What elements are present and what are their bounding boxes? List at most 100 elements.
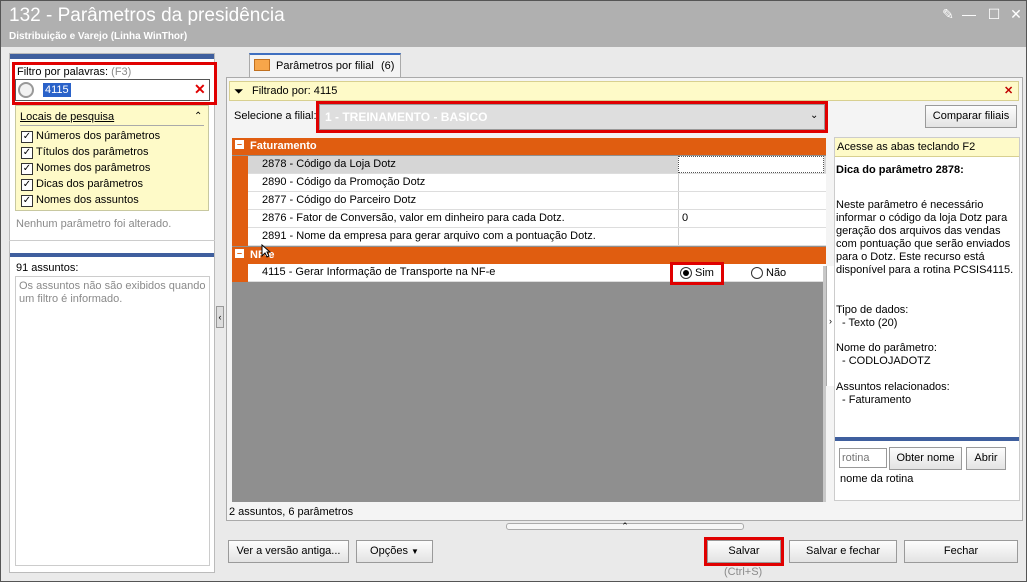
- tab-count: (6): [381, 60, 395, 72]
- yes-highlight: [670, 262, 724, 285]
- no-change-text: Nenhum parâmetro foi alterado.: [16, 218, 172, 230]
- location-checkbox[interactable]: ✓: [21, 147, 33, 159]
- table-row[interactable]: 2878 - Código da Loja Dotz: [232, 156, 826, 174]
- save-close-button[interactable]: Salvar e fechar: [789, 540, 897, 563]
- param-name: 2878 - Código da Loja Dotz: [262, 158, 396, 170]
- location-label: Nomes dos assuntos: [36, 194, 139, 206]
- options-label: Opções: [370, 545, 408, 557]
- rotina-header-strip: [835, 437, 1019, 441]
- table-row[interactable]: 2876 - Fator de Conversão, valor em dinh…: [232, 210, 826, 228]
- row-gutter: [232, 174, 248, 192]
- row-gutter: [232, 228, 248, 246]
- filter-label: Filtro por palavras: (F3): [17, 66, 131, 78]
- options-button[interactable]: Opções ▼: [356, 540, 433, 563]
- folder-icon: [254, 59, 270, 71]
- title-bar: 132 - Parâmetros da presidência Distribu…: [1, 1, 1026, 47]
- param-value[interactable]: [678, 228, 824, 245]
- edit-icon[interactable]: ✎: [937, 5, 959, 23]
- divider: [20, 125, 204, 126]
- param-name: 2877 - Código do Parceiro Dotz: [262, 194, 417, 206]
- subjects-list[interactable]: Os assuntos não são exibidos quando um f…: [15, 276, 210, 566]
- param-name-label: Nome do parâmetro:: [836, 342, 937, 354]
- category-row[interactable]: – NF-e: [232, 247, 826, 264]
- dropdown-arrow-icon: ▼: [411, 547, 419, 556]
- location-checkbox[interactable]: ✓: [21, 131, 33, 143]
- filter-shortcut: (F3): [111, 66, 132, 78]
- window-title: 132 - Parâmetros da presidência: [9, 5, 285, 26]
- rotina-input[interactable]: [839, 448, 887, 468]
- panel-header-strip: [10, 54, 214, 59]
- location-label: Nomes dos parâmetros: [36, 162, 151, 174]
- location-label: Dicas dos parâmetros: [36, 178, 143, 190]
- search-icon: [18, 82, 34, 98]
- old-version-button[interactable]: Ver a versão antiga...: [228, 540, 349, 563]
- param-value[interactable]: [678, 156, 824, 173]
- row-gutter: [232, 156, 248, 174]
- old-version-label: Ver a versão antiga...: [236, 545, 341, 557]
- subjects-note: Os assuntos não são exibidos quando um f…: [19, 280, 206, 305]
- status-text: 2 assuntos, 6 parâmetros: [229, 506, 354, 518]
- collapse-left-icon[interactable]: ‹: [216, 306, 224, 328]
- minimize-icon[interactable]: —: [958, 5, 980, 23]
- close-icon[interactable]: ✕: [1005, 5, 1027, 23]
- param-value[interactable]: 0: [678, 210, 824, 227]
- filter-label-text: Filtro por palavras:: [17, 66, 109, 78]
- radio-no[interactable]: [751, 267, 763, 279]
- location-checkbox[interactable]: ✓: [21, 195, 33, 207]
- hint-bar: Acesse as abas teclando F2: [835, 138, 1019, 157]
- row-gutter: [232, 264, 248, 282]
- param-value[interactable]: [678, 192, 824, 209]
- branch-label: Selecione a filial:: [234, 110, 317, 122]
- rotina-name: nome da rotina: [840, 473, 914, 485]
- filter-bar: ⏷ Filtrado por: 4115 ✕: [229, 81, 1019, 101]
- tab-params-by-branch[interactable]: Parâmetros por filial (6): [249, 53, 401, 77]
- bottom-splitter[interactable]: ⌃: [506, 522, 744, 531]
- maximize-icon[interactable]: ☐: [983, 5, 1005, 23]
- category-name: Faturamento: [250, 140, 317, 152]
- collapse-category-icon[interactable]: –: [235, 140, 244, 149]
- remove-filter-icon[interactable]: ✕: [1004, 84, 1013, 97]
- tip-body: Neste parâmetro é necessário informar o …: [836, 199, 1014, 276]
- param-name: 2876 - Fator de Conversão, valor em dinh…: [262, 212, 565, 224]
- collapse-category-icon[interactable]: –: [235, 249, 244, 258]
- filter-text: Filtrado por: 4115: [252, 85, 338, 97]
- category-row[interactable]: – Faturamento: [232, 138, 826, 155]
- search-value: 4115: [43, 83, 71, 97]
- related-subjects-value: - Faturamento: [842, 394, 912, 406]
- table-row[interactable]: 2877 - Código do Parceiro Dotz: [232, 192, 826, 210]
- location-label: Títulos dos parâmetros: [36, 146, 149, 158]
- table-row[interactable]: 2891 - Nome da empresa para gerar arquiv…: [232, 228, 826, 246]
- open-button[interactable]: Abrir: [966, 447, 1006, 470]
- collapse-icon[interactable]: ⌃: [194, 111, 202, 122]
- branch-highlight: [316, 101, 828, 133]
- related-subjects-label: Assuntos relacionados:: [836, 381, 950, 393]
- hint-text: Acesse as abas teclando F2: [837, 141, 976, 153]
- data-type-value: - Texto (20): [842, 317, 898, 329]
- subjects-count: 91 assuntos:: [16, 262, 79, 274]
- search-input[interactable]: 4115 ✕: [15, 79, 210, 101]
- table-row[interactable]: 2890 - Código da Promoção Dotz: [232, 174, 826, 192]
- param-name: 2890 - Código da Promoção Dotz: [262, 176, 426, 188]
- location-checkbox[interactable]: ✓: [21, 179, 33, 191]
- save-shortcut: (Ctrl+S): [724, 566, 763, 578]
- funnel-icon: ⏷: [234, 84, 244, 98]
- table-row[interactable]: 4115 - Gerar Informação de Transporte na…: [232, 264, 826, 282]
- cursor-icon: [261, 243, 272, 258]
- save-highlight: [704, 537, 784, 566]
- param-name: 4115 - Gerar Informação de Transporte na…: [262, 266, 496, 278]
- expand-right-icon[interactable]: ›: [826, 266, 834, 386]
- search-locations-box: Locais de pesquisa ⌃ ✓ Números dos parâme…: [15, 105, 209, 211]
- tip-title: Dica do parâmetro 2878:: [836, 164, 964, 176]
- locations-title: Locais de pesquisa: [20, 111, 115, 123]
- param-value[interactable]: [678, 174, 824, 191]
- radio-no-label: Não: [766, 267, 787, 279]
- close-button[interactable]: Fechar: [904, 540, 1018, 563]
- clear-icon[interactable]: ✕: [194, 81, 206, 98]
- compare-branches-button[interactable]: Comparar filiais: [925, 105, 1017, 128]
- subjects-header-strip: [10, 253, 214, 257]
- get-name-button[interactable]: Obter nome: [889, 447, 962, 470]
- app-window: 132 - Parâmetros da presidência Distribu…: [0, 0, 1027, 582]
- param-name-value: - CODLOJADOTZ: [842, 355, 931, 367]
- location-checkbox[interactable]: ✓: [21, 163, 33, 175]
- splitter[interactable]: [9, 240, 215, 248]
